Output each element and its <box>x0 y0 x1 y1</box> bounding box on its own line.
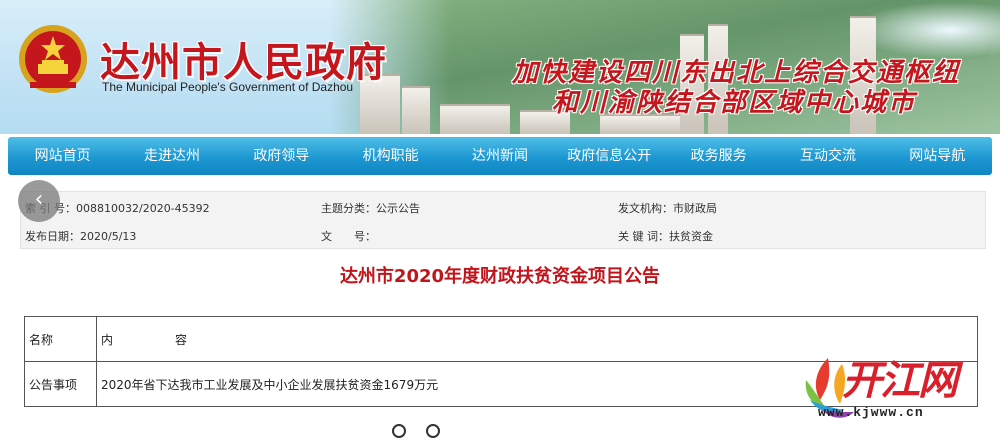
meta-index-value: 008810032/2020-45392 <box>76 202 210 215</box>
nav-item-interaction[interactable]: 互动交流 <box>773 137 882 175</box>
nav-item-about-dazhou[interactable]: 走进达州 <box>117 137 226 175</box>
meta-docno: 文 号： <box>321 222 376 251</box>
watermark-text: 开江网 <box>842 357 958 404</box>
table-header-content-part: 容 <box>175 332 188 347</box>
back-button[interactable]: ‹ <box>18 180 60 222</box>
meta-keywords-value: 扶贫资金 <box>669 230 713 243</box>
nav-item-leaders[interactable]: 政府领导 <box>227 137 336 175</box>
meta-keywords: 关 键 词：扶贫资金 <box>618 222 713 251</box>
meta-org: 发文机构：市财政局 <box>618 194 717 223</box>
table-cell-name: 公告事项 <box>24 361 97 407</box>
table-header-content-part: 内 <box>101 332 114 347</box>
watermark-url: www.kjwww.cn <box>818 405 924 420</box>
meta-date-label: 发布日期： <box>25 230 80 243</box>
meta-org-label: 发文机构： <box>618 202 673 215</box>
meta-topic: 主题分类：公示公告 <box>321 194 420 223</box>
pager-dot[interactable] <box>392 424 406 438</box>
meta-date: 发布日期：2020/5/13 <box>25 222 136 251</box>
article-title: 达州市2020年度财政扶贫资金项目公告 <box>339 266 661 287</box>
site-subtitle: The Municipal People's Government of Daz… <box>102 80 354 94</box>
nav-item-services[interactable]: 政务服务 <box>664 137 773 175</box>
banner-building <box>402 86 430 134</box>
nav-item-news[interactable]: 达州新闻 <box>445 137 554 175</box>
table-header-name: 名称 <box>24 316 97 362</box>
meta-row: 索 引 号：008810032/2020-45392 主题分类：公示公告 发文机… <box>21 194 985 223</box>
pager-dot[interactable] <box>426 424 440 438</box>
header-banner: 达州市人民政府 The Municipal People's Governmen… <box>0 0 1000 134</box>
meta-org-value: 市财政局 <box>673 202 717 215</box>
meta-topic-value: 公示公告 <box>376 202 420 215</box>
national-emblem-icon <box>19 25 87 93</box>
chevron-left-icon: ‹ <box>34 187 44 212</box>
slogan-line-2: 和川渝陕结合部区域中心城市 <box>552 88 917 118</box>
nav-item-info-disclosure[interactable]: 政府信息公开 <box>555 137 664 175</box>
nav-item-sitemap[interactable]: 网站导航 <box>883 137 992 175</box>
nav-item-home[interactable]: 网站首页 <box>8 137 117 175</box>
meta-topic-label: 主题分类： <box>321 202 376 215</box>
document-meta: 索 引 号：008810032/2020-45392 主题分类：公示公告 发文机… <box>20 191 986 249</box>
meta-row: 发布日期：2020/5/13 文 号： 关 键 词：扶贫资金 <box>21 222 985 251</box>
meta-docno-label: 文 号： <box>321 230 376 243</box>
banner-building <box>440 104 510 134</box>
meta-keywords-label: 关 键 词： <box>618 230 669 243</box>
nav-item-departments[interactable]: 机构职能 <box>336 137 445 175</box>
main-nav: 网站首页 走进达州 政府领导 机构职能 达州新闻 政府信息公开 政务服务 互动交… <box>8 137 992 175</box>
meta-date-value: 2020/5/13 <box>80 230 137 243</box>
